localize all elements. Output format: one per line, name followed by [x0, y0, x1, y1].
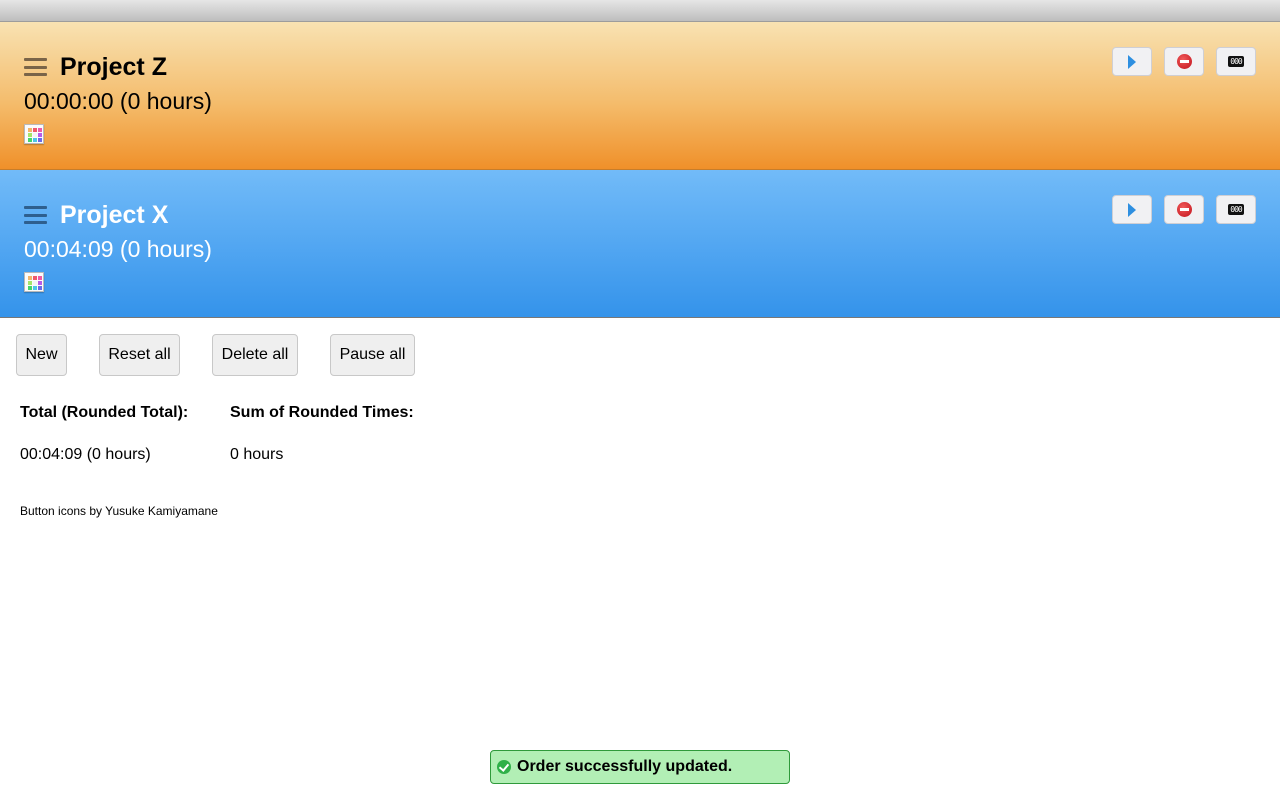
color-picker-icon[interactable]	[24, 124, 44, 144]
start-button[interactable]	[1112, 195, 1152, 224]
project-row-z: Project Z 00:00:00 (0 hours) 000	[0, 22, 1280, 170]
project-name[interactable]: Project Z	[60, 53, 167, 82]
counter-reset-icon: 000	[1228, 56, 1244, 67]
new-button[interactable]: New	[16, 334, 67, 376]
sum-value: 0 hours	[230, 446, 284, 463]
play-icon	[1128, 54, 1136, 69]
delete-button[interactable]	[1164, 47, 1204, 76]
icon-credits: Button icons by Yusuke Kamiyamane	[20, 504, 218, 518]
pause-all-button[interactable]: Pause all	[330, 334, 415, 376]
delete-button[interactable]	[1164, 195, 1204, 224]
stop-icon	[1176, 54, 1192, 69]
reset-button[interactable]: 000	[1216, 47, 1256, 76]
status-toast: Order successfully updated.	[490, 750, 790, 784]
totals-section: Total (Rounded Total): 00:04:09 (0 hours…	[16, 404, 1264, 464]
delete-all-button[interactable]: Delete all	[212, 334, 298, 376]
stop-icon	[1176, 202, 1192, 217]
reset-button[interactable]: 000	[1216, 195, 1256, 224]
window-titlebar	[0, 0, 1280, 22]
action-bar: New Reset all Delete all Pause all	[16, 334, 1264, 376]
counter-reset-icon: 000	[1228, 204, 1244, 215]
start-button[interactable]	[1112, 47, 1152, 76]
color-picker-icon[interactable]	[24, 272, 44, 292]
total-value: 00:04:09 (0 hours)	[20, 446, 151, 463]
project-row-x: Project X 00:04:09 (0 hours) 000	[0, 170, 1280, 318]
reset-all-button[interactable]: Reset all	[99, 334, 180, 376]
total-header: Total (Rounded Total):	[20, 404, 189, 421]
project-name[interactable]: Project X	[60, 201, 168, 230]
toast-message: Order successfully updated.	[517, 758, 733, 775]
drag-handle-icon[interactable]	[24, 58, 47, 76]
sum-header: Sum of Rounded Times:	[230, 404, 414, 421]
check-circle-icon	[497, 760, 511, 774]
play-icon	[1128, 202, 1136, 217]
project-timer: 00:00:00 (0 hours)	[24, 88, 212, 114]
project-timer: 00:04:09 (0 hours)	[24, 236, 212, 262]
drag-handle-icon[interactable]	[24, 206, 47, 224]
main-panel: New Reset all Delete all Pause all Total…	[0, 318, 1280, 518]
